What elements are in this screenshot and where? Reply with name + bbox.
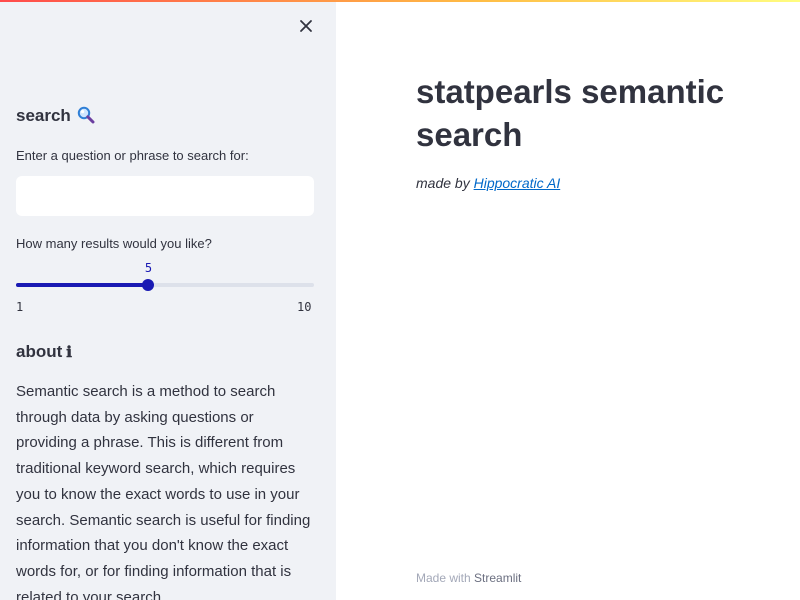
question-label: Enter a question or phrase to search for…: [16, 148, 249, 163]
slider-value: 5: [144, 261, 153, 275]
footer-prefix: Made with: [416, 571, 475, 585]
slider-thumb[interactable]: [142, 279, 155, 291]
footer: Made with Streamlit: [416, 571, 521, 585]
slider-min-label: 1: [16, 300, 24, 314]
results-slider[interactable]: 5: [16, 261, 314, 291]
close-sidebar-button[interactable]: [296, 15, 316, 37]
magnifying-glass-icon: [77, 106, 95, 129]
hippocratic-ai-link[interactable]: Hippocratic AI: [474, 175, 561, 191]
about-heading: about ℹ: [16, 342, 72, 362]
page-title: statpearls semantic search: [416, 73, 725, 153]
info-icon: ℹ: [66, 343, 72, 361]
about-description: Semantic search is a method to search th…: [16, 383, 311, 600]
results-count-label: How many results would you like?: [16, 236, 212, 251]
close-icon: [300, 20, 312, 32]
slider-fill: [16, 283, 149, 287]
made-by-line: made by Hippocratic AI: [416, 175, 560, 191]
slider-max-label: 10: [297, 300, 312, 314]
about-heading-text: about: [16, 342, 63, 361]
question-input[interactable]: [16, 176, 314, 216]
sidebar: search Enter a question or phrase to sea…: [0, 0, 336, 600]
made-by-prefix: made by: [416, 175, 474, 191]
top-decoration-bar: [0, 0, 800, 2]
streamlit-link[interactable]: Streamlit: [474, 571, 521, 585]
search-heading: search: [16, 106, 95, 129]
search-heading-text: search: [16, 106, 71, 125]
